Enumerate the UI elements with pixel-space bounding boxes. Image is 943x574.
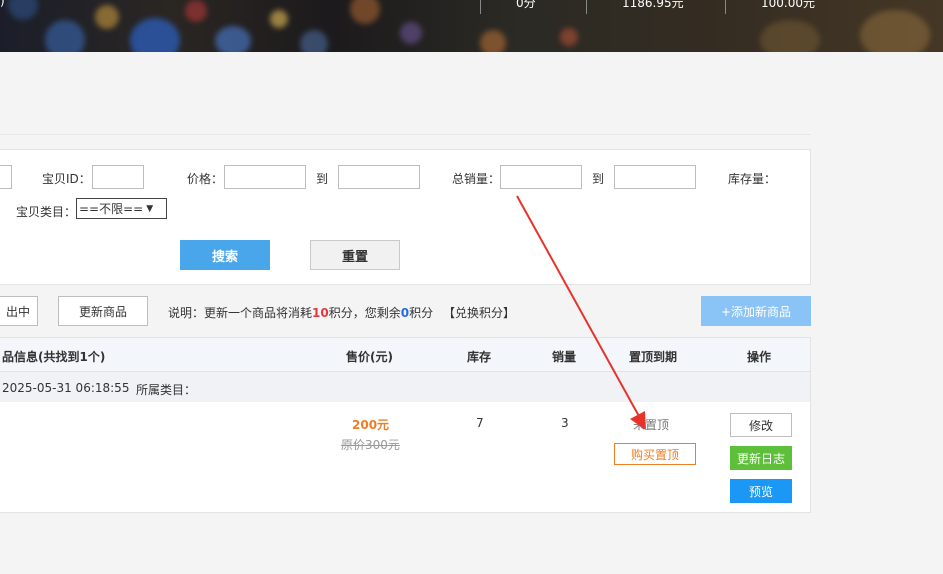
note-unit: 积分	[409, 306, 434, 320]
banner-separator	[480, 0, 481, 14]
item-update-time: 2025-05-31 06:18:55	[2, 381, 130, 395]
note-prefix: 说明：更新一个商品将消耗	[168, 306, 313, 320]
update-items-button[interactable]: 更新商品	[58, 296, 148, 326]
item-sales: 3	[561, 416, 569, 430]
item-stock: 7	[476, 416, 484, 430]
buy-top-button[interactable]: 购买置顶	[614, 443, 696, 465]
edit-button[interactable]: 修改	[730, 413, 792, 437]
price-label: 价格：	[187, 172, 224, 186]
header-top-expire: 置顶到期	[629, 350, 678, 364]
banner-separator	[725, 0, 726, 14]
exchange-points-link[interactable]: 【兑换积分】	[443, 306, 515, 320]
banner-stat-points: 0分	[516, 0, 536, 10]
note-balance: 0	[400, 306, 410, 320]
status-filter-button[interactable]: 出中	[0, 296, 38, 326]
category-select[interactable]: ==不限== ▼	[76, 198, 167, 219]
note-mid: 积分，您剩余	[328, 306, 401, 320]
search-button[interactable]: 搜索	[180, 240, 270, 270]
status-filter-label: 出中	[5, 304, 30, 319]
divider	[0, 134, 811, 135]
sales-to-label: 到	[592, 172, 605, 186]
sales-min-input[interactable]	[500, 165, 582, 189]
item-original-price: 原价300元	[341, 438, 400, 452]
add-item-button[interactable]: +添加新商品	[701, 296, 811, 326]
chevron-down-icon: ▼	[146, 203, 154, 214]
banner-separator	[586, 0, 587, 14]
note-cost: 10	[312, 306, 329, 320]
price-max-input[interactable]	[338, 165, 420, 189]
banner-left-glyph: )	[0, 0, 5, 8]
item-price: 200元	[352, 418, 390, 432]
reset-button[interactable]: 重置	[310, 240, 400, 270]
stock-label: 库存量：	[728, 172, 777, 186]
header-actions: 操作	[747, 350, 772, 364]
item-id-input[interactable]	[92, 165, 144, 189]
category-label: 宝贝类目：	[16, 205, 77, 219]
account-banner: ) 0分 1186.95元 100.00元	[0, 0, 943, 52]
header-sales: 销量	[552, 350, 577, 364]
points-note: 说明：更新一个商品将消耗10积分，您剩余0积分 【兑换积分】	[168, 304, 515, 321]
header-stock: 库存	[467, 350, 492, 364]
header-price: 售价(元)	[346, 350, 393, 364]
banner-stat-deposit: 100.00元	[761, 0, 815, 10]
table-header: 品信息(共找到1个) 售价(元) 库存 销量 置顶到期 操作	[0, 338, 810, 372]
update-items-label: 更新商品	[78, 304, 127, 319]
update-log-button[interactable]: 更新日志	[730, 446, 792, 470]
item-category-label: 所属类目：	[136, 383, 197, 397]
table-row-meta: 2025-05-31 06:18:55 所属类目：	[0, 372, 810, 402]
price-to-label: 到	[316, 172, 329, 186]
banner-stat-balance: 1186.95元	[622, 0, 684, 10]
sales-max-input[interactable]	[614, 165, 696, 189]
header-info: 品信息(共找到1个)	[2, 350, 106, 364]
search-panel: 宝贝ID： 价格： 到 总销量： 到 库存量： 宝贝类目： ==不限== ▼ 搜…	[0, 149, 811, 285]
partial-input[interactable]	[0, 165, 12, 189]
category-select-value: ==不限==	[79, 202, 144, 216]
preview-button[interactable]: 预览	[730, 479, 792, 503]
sales-label: 总销量：	[452, 172, 501, 186]
items-table: 品信息(共找到1个) 售价(元) 库存 销量 置顶到期 操作 2025-05-3…	[0, 337, 811, 513]
item-top-status: 未置顶	[633, 418, 670, 432]
item-id-label: 宝贝ID：	[42, 172, 91, 186]
price-min-input[interactable]	[224, 165, 306, 189]
